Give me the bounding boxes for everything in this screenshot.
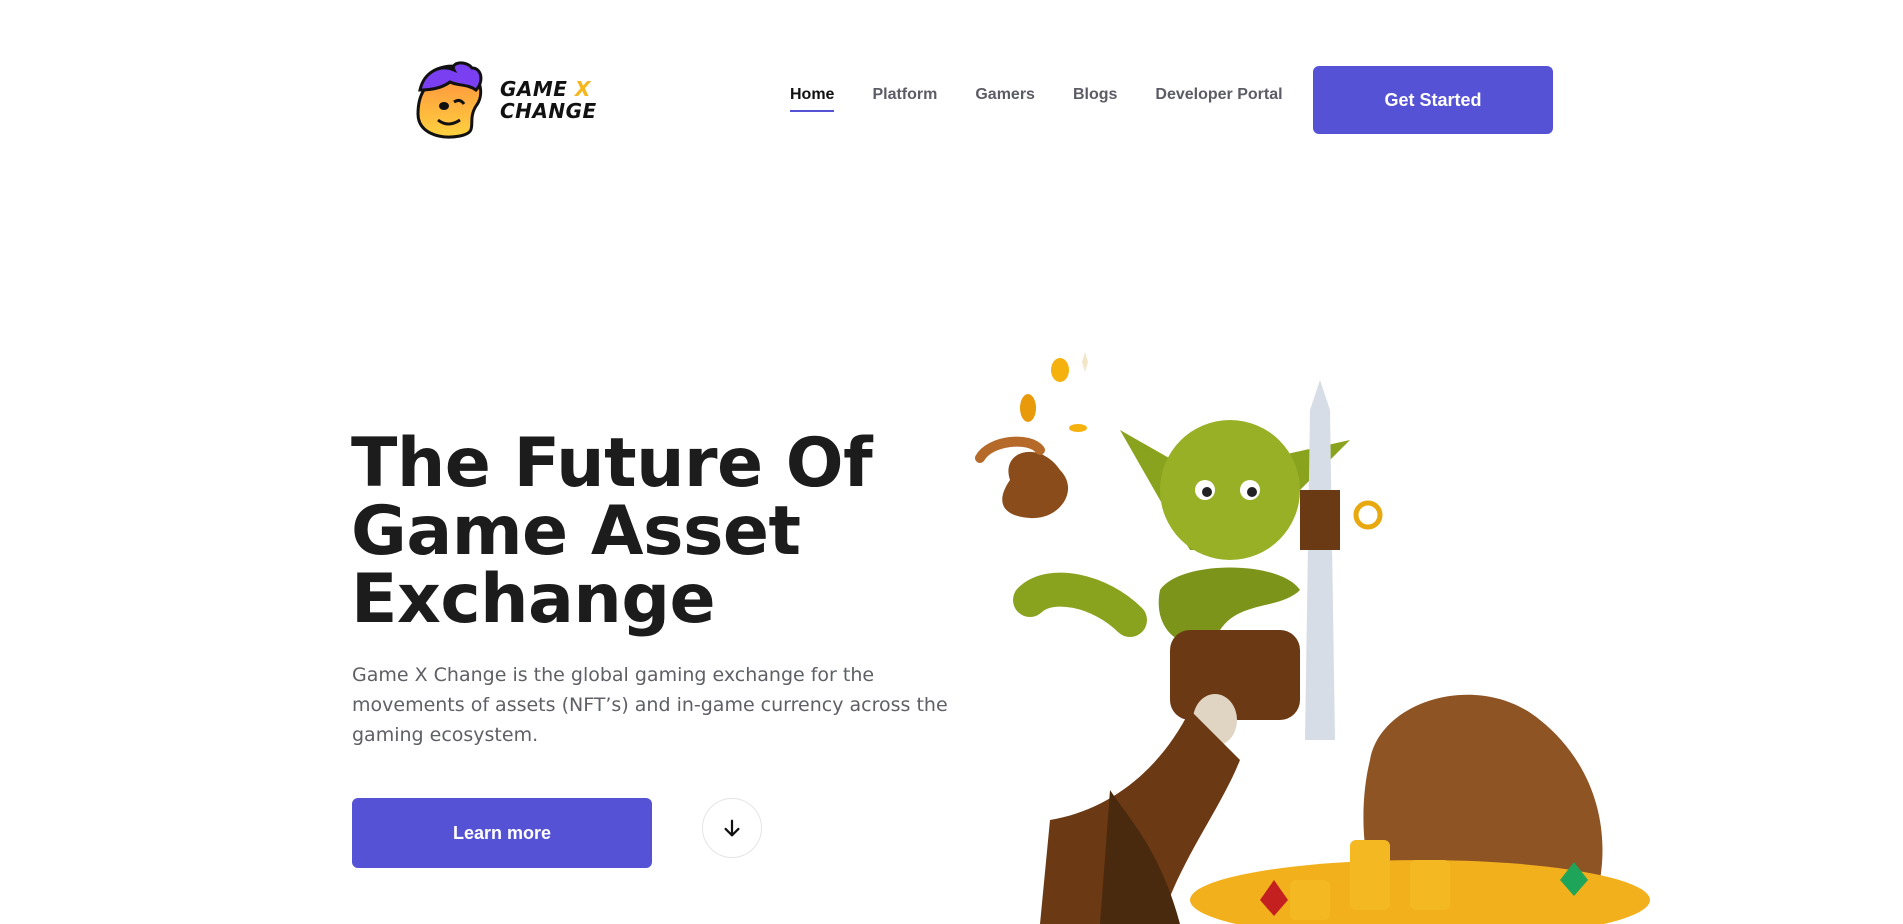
nav-item-gamers[interactable]: Gamers	[975, 86, 1035, 112]
hero-description: Game X Change is the global gaming excha…	[352, 664, 948, 746]
brand-wordmark: GAME X CHANGE	[500, 78, 597, 122]
page: GAME X CHANGE Home Platform Gamers Blogs…	[0, 0, 1903, 924]
nav-item-developer-portal[interactable]: Developer Portal	[1155, 86, 1282, 112]
logo-mascot-icon	[416, 61, 483, 139]
hero-title-line-1: The Future Of	[351, 424, 873, 503]
get-started-button[interactable]: Get Started	[1313, 66, 1553, 134]
brand-x: X	[574, 77, 591, 101]
hero-title-line-3: Exchange	[351, 560, 716, 639]
nav-item-platform[interactable]: Platform	[872, 86, 937, 112]
nav-item-home[interactable]: Home	[790, 86, 835, 112]
scroll-down-button[interactable]	[702, 798, 762, 858]
site-header: GAME X CHANGE Home Platform Gamers Blogs…	[0, 0, 1903, 200]
arrow-down-icon	[724, 819, 740, 837]
learn-more-button[interactable]: Learn more	[352, 798, 652, 868]
main-nav: Home Platform Gamers Blogs Developer Por…	[790, 86, 1321, 112]
brand-line1: GAME	[500, 77, 568, 101]
brand-line2: CHANGE	[500, 99, 597, 123]
hero-title-line-2: Game Asset	[351, 492, 801, 571]
hero-title: The Future Of Game Asset Exchange	[351, 430, 951, 634]
brand-logo[interactable]: GAME X CHANGE	[410, 60, 597, 140]
goblin-illustration	[975, 352, 1650, 924]
nav-item-blogs[interactable]: Blogs	[1073, 86, 1117, 112]
